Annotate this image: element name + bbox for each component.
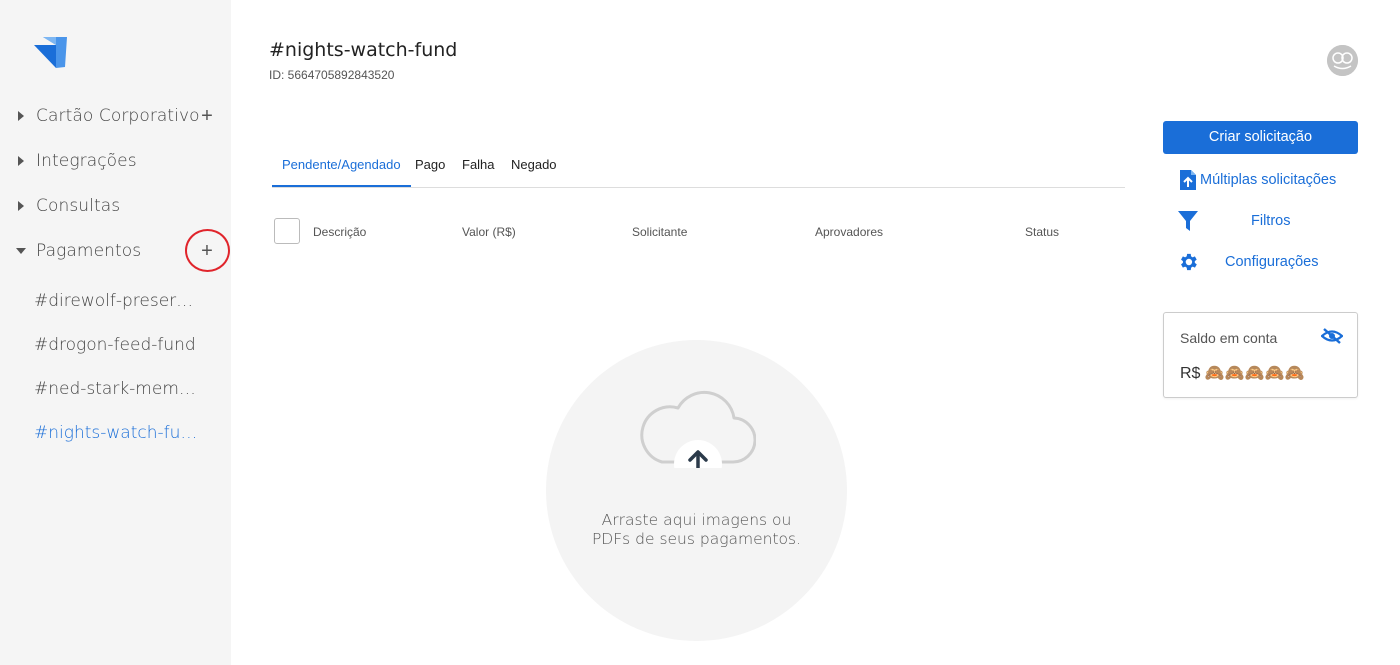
column-header-descricao[interactable]: Descrição	[313, 225, 366, 239]
sidebar-item-label: Integrações	[36, 151, 137, 171]
page-title: #nights-watch-fund	[269, 39, 458, 61]
gear-icon	[1175, 249, 1201, 275]
avatar[interactable]	[1327, 45, 1358, 76]
eye-slash-icon[interactable]	[1321, 327, 1343, 345]
cloud-upload-icon	[640, 390, 756, 468]
sidebar-item-label: Consultas	[36, 196, 121, 216]
sidebar-item-integracoes[interactable]: Integrações	[0, 146, 231, 176]
upload-dropzone[interactable]: Arraste aqui imagens ou PDFs de seus pag…	[546, 340, 847, 641]
column-header-valor[interactable]: Valor (R$)	[462, 225, 516, 239]
multiple-requests-link[interactable]: Múltiplas solicitações	[1175, 167, 1365, 193]
logo-icon[interactable]	[34, 37, 68, 69]
settings-link[interactable]: Configurações	[1175, 249, 1365, 275]
tab-pendente-agendado[interactable]: Pendente/Agendado	[272, 150, 411, 187]
column-header-aprovadores[interactable]: Aprovadores	[815, 225, 883, 239]
highlight-circle	[185, 229, 230, 272]
sidebar-item-consultas[interactable]: Consultas	[0, 191, 231, 221]
sidebar-channel-ned-stark[interactable]: #ned-stark-memorial-fund	[34, 379, 199, 399]
balance-value: R$ 🙈🙈🙈🙈🙈	[1180, 365, 1305, 382]
select-all-checkbox[interactable]	[274, 218, 300, 244]
file-upload-icon	[1175, 167, 1201, 193]
caret-right-icon	[16, 156, 26, 166]
avatar-icon	[1327, 45, 1358, 76]
add-card-button[interactable]: +	[198, 106, 216, 126]
page-id: ID: 5664705892843520	[269, 68, 395, 82]
column-header-solicitante[interactable]: Solicitante	[632, 225, 687, 239]
filters-link[interactable]: Filtros	[1175, 208, 1365, 234]
caret-down-icon	[16, 246, 26, 256]
multiple-requests-label: Múltiplas solicitações	[1200, 172, 1337, 188]
tab-pago[interactable]: Pago	[405, 150, 455, 187]
tab-falha[interactable]: Falha	[452, 150, 505, 187]
create-request-button[interactable]: Criar solicitação	[1163, 121, 1358, 154]
sidebar-item-cartao-corporativo[interactable]: Cartão Corporativo +	[0, 101, 231, 131]
filters-label: Filtros	[1251, 213, 1291, 229]
sidebar-channel-nights-watch[interactable]: #nights-watch-fund	[34, 423, 199, 443]
sidebar-item-label: Cartão Corporativo	[36, 106, 200, 126]
table-header: Descrição Valor (R$) Solicitante Aprovad…	[272, 216, 1125, 248]
tab-negado[interactable]: Negado	[501, 150, 567, 187]
sidebar-channel-drogon[interactable]: #drogon-feed-fund	[34, 335, 196, 355]
settings-label: Configurações	[1225, 254, 1319, 270]
column-header-status[interactable]: Status	[1025, 225, 1059, 239]
dropzone-instructions: Arraste aqui imagens ou PDFs de seus pag…	[591, 511, 802, 548]
filter-icon	[1175, 208, 1201, 234]
sidebar-item-label: Pagamentos	[36, 241, 142, 261]
caret-right-icon	[16, 111, 26, 121]
tab-bar: Pendente/Agendado Pago Falha Negado	[272, 150, 1125, 188]
sidebar: Cartão Corporativo + Integrações Consult…	[0, 0, 231, 665]
balance-label: Saldo em conta	[1180, 330, 1278, 346]
balance-card: Saldo em conta R$ 🙈🙈🙈🙈🙈	[1163, 312, 1358, 398]
caret-right-icon	[16, 201, 26, 211]
sidebar-channel-direwolf[interactable]: #direwolf-preservation-fund	[34, 291, 199, 311]
